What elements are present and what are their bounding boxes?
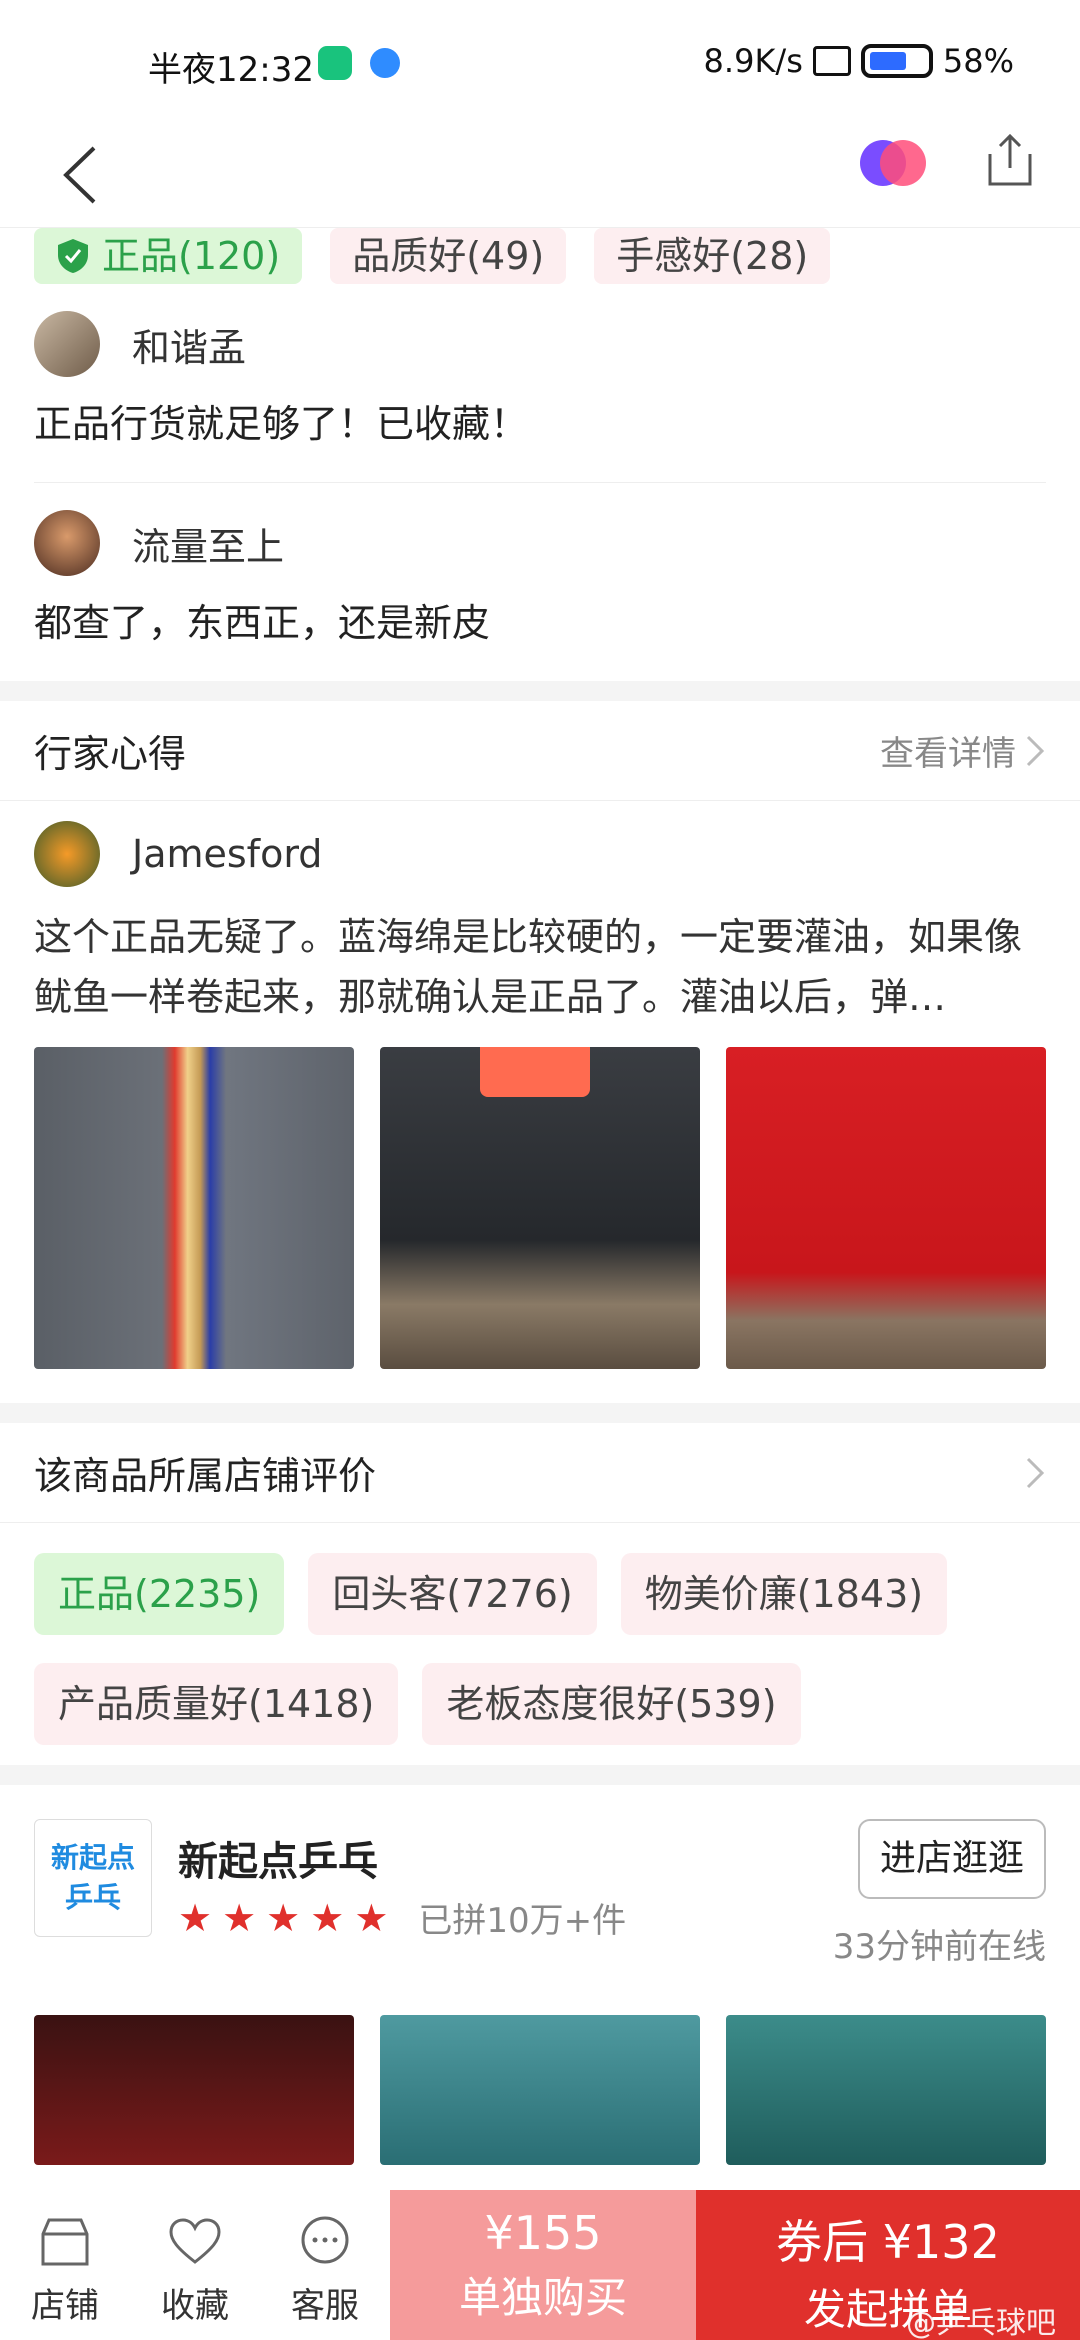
section-separator <box>0 1765 1080 1785</box>
visit-store-button[interactable]: 进店逛逛 <box>858 1819 1046 1899</box>
review-tag-feel[interactable]: 手感好(28) <box>594 228 831 284</box>
store-tag[interactable]: 老板态度很好(539) <box>422 1663 801 1745</box>
status-time: 半夜12:32 <box>148 50 314 90</box>
store-tag[interactable]: 产品质量好(1418) <box>34 1663 399 1745</box>
star-icon: ★ <box>266 1895 301 1940</box>
service-label: 客服 <box>291 2286 359 2326</box>
review-tag-row: 正品(120) 品质好(49) 手感好(28) <box>0 228 1080 284</box>
chevron-right-icon <box>1026 1457 1045 1488</box>
star-icon: ★ <box>354 1895 389 1940</box>
store-icon <box>41 2218 89 2266</box>
solo-price: ¥155 <box>484 2206 602 2260</box>
status-right: 8.9K/s 58% <box>704 42 1014 80</box>
favorite-label: 收藏 <box>161 2286 229 2326</box>
section-separator <box>0 1403 1080 1423</box>
avatar <box>34 510 100 576</box>
app-notification-icon <box>318 46 352 80</box>
review-photo[interactable] <box>726 1047 1046 1369</box>
store-name: 新起点乒乓 <box>178 1839 378 1885</box>
view-details-link[interactable]: 查看详情 <box>880 726 1046 775</box>
store-products <box>0 2015 1080 2165</box>
group-price: 券后 ¥132 <box>776 2215 1000 2269</box>
tag-label: 正品(120) <box>102 234 281 278</box>
expert-text: 这个正品无疑了。蓝海绵是比较硬的，一定要灌油，如果像鱿鱼一样卷起来，那就确认是正… <box>34 915 1023 1019</box>
review-item: 和谐孟 正品行货就足够了！已收藏！ <box>0 294 1080 482</box>
store-logo[interactable]: 新起点 乒乓 <box>34 1819 152 1937</box>
chevron-right-icon <box>1026 735 1045 766</box>
store-logo-text: 乒乓 <box>64 1881 121 1914</box>
section-title: 行家心得 <box>34 732 187 776</box>
store-product-thumb[interactable] <box>726 2015 1046 2165</box>
battery-icon <box>860 44 933 78</box>
watermark: @乒乓球吧 <box>906 2306 1056 2340</box>
review-item: 流量至上 都查了，东西正，还是新皮 <box>0 493 1080 681</box>
review-tag-genuine[interactable]: 正品(120) <box>34 228 303 284</box>
expert-name: Jamesford <box>132 832 323 876</box>
review-text: 正品行货就足够了！已收藏！ <box>34 402 529 446</box>
review-text: 都查了，东西正，还是新皮 <box>34 601 491 645</box>
view-details-label: 查看详情 <box>880 734 1016 774</box>
store-review-header[interactable]: 该商品所属店铺评价 <box>0 1423 1080 1523</box>
chat-icon <box>301 2216 349 2264</box>
review-tag-quality[interactable]: 品质好(49) <box>330 228 567 284</box>
store-logo-text: 新起点 <box>50 1841 135 1874</box>
expert-review[interactable]: Jamesford 这个正品无疑了。蓝海绵是比较硬的，一定要灌油，如果像鱿鱼一样… <box>0 801 1080 1403</box>
back-icon[interactable] <box>52 140 122 210</box>
reviewer: 和谐孟 <box>34 294 1046 394</box>
divider <box>34 482 1046 483</box>
avatar <box>34 821 100 887</box>
reviewer-name: 和谐孟 <box>132 325 247 370</box>
status-bar: 半夜12:32 8.9K/s 58% <box>0 0 1080 120</box>
store-sold-count: 已拼10万+件 <box>418 1901 627 1941</box>
expert-photos <box>34 1047 1046 1403</box>
heart-icon <box>169 2218 221 2264</box>
avatar <box>34 311 100 377</box>
shop-label: 店铺 <box>31 2286 99 2326</box>
star-icon: ★ <box>178 1895 213 1940</box>
service-button[interactable]: 客服 <box>260 2190 390 2340</box>
star-icon: ★ <box>310 1895 345 1940</box>
review-photo[interactable] <box>380 1047 700 1369</box>
shield-check-icon <box>58 239 88 273</box>
brand-logo-icon-overlay <box>880 140 926 186</box>
location-icon <box>370 48 400 78</box>
buy-alone-button[interactable]: ¥155 单独购买 <box>390 2190 696 2340</box>
section-separator <box>0 681 1080 701</box>
expert-author: Jamesford <box>34 801 1046 907</box>
store-online-status: 33分钟前在线 <box>832 1927 1046 1967</box>
store-card[interactable]: 新起点 乒乓 新起点乒乓 ★ ★ ★ ★ ★ 已拼10万+件 进店逛逛 33分钟… <box>0 1785 1080 2015</box>
expert-section-header[interactable]: 行家心得 查看详情 <box>0 701 1080 801</box>
battery-level: 58% <box>942 42 1014 80</box>
store-tag[interactable]: 回头客(7276) <box>308 1553 597 1635</box>
section-title: 该商品所属店铺评价 <box>34 1454 377 1498</box>
store-product-thumb[interactable] <box>380 2015 700 2165</box>
page-content: 正品(120) 品质好(49) 手感好(28) 和谐孟 正品行货就足够了！已收藏… <box>0 228 1080 2165</box>
shop-button[interactable]: 店铺 <box>0 2190 130 2340</box>
review-photo[interactable] <box>34 1047 354 1369</box>
network-speed: 8.9K/s <box>703 42 803 80</box>
reviewer-name: 流量至上 <box>132 524 285 569</box>
share-icon[interactable] <box>980 130 1040 190</box>
store-tag-list: 正品(2235) 回头客(7276) 物美价廉(1843) 产品质量好(1418… <box>0 1523 1080 1765</box>
signal-icon <box>812 46 851 76</box>
reviewer: 流量至上 <box>34 493 1046 593</box>
store-product-thumb[interactable] <box>34 2015 354 2165</box>
star-icon: ★ <box>222 1895 257 1940</box>
store-rating: ★ ★ ★ ★ ★ 已拼10万+件 <box>178 1893 626 1942</box>
store-tag[interactable]: 正品(2235) <box>34 1553 285 1635</box>
solo-label: 单独购买 <box>458 2273 627 2322</box>
store-tag[interactable]: 物美价廉(1843) <box>620 1553 948 1635</box>
favorite-button[interactable]: 收藏 <box>130 2190 260 2340</box>
